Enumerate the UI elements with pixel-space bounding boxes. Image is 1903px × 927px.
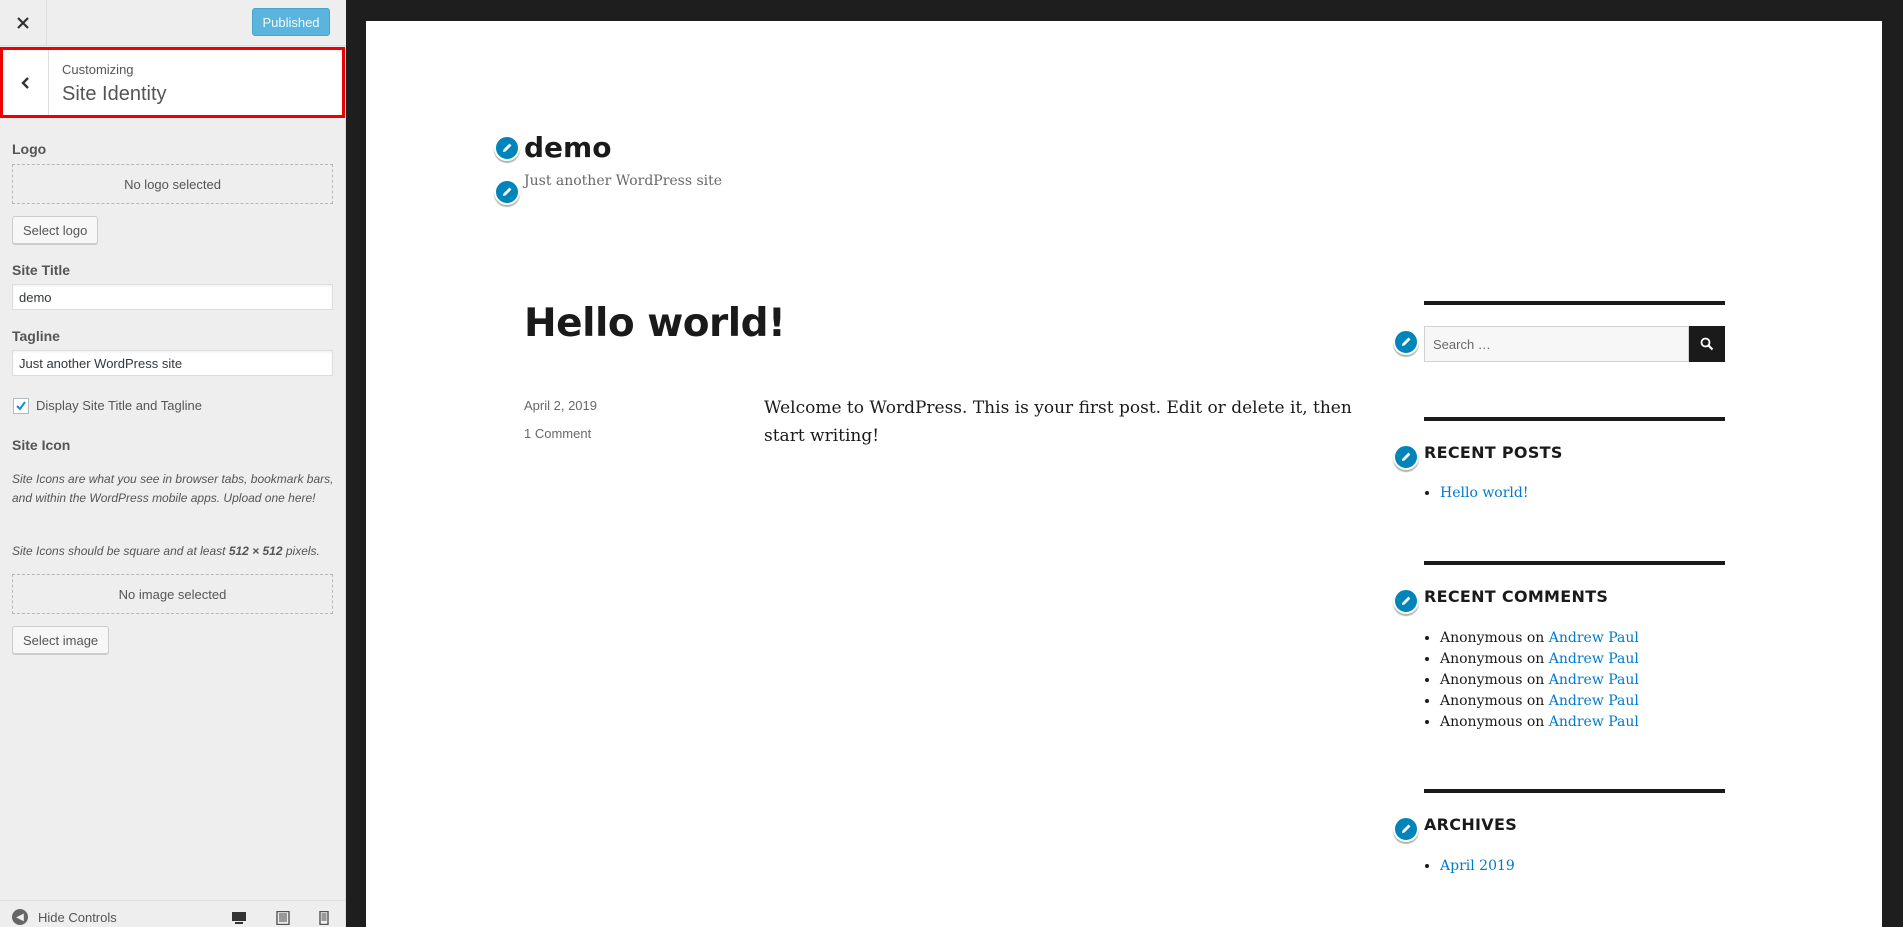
edit-tagline-shortcut[interactable] [494,179,520,205]
comment-post-link[interactable]: Andrew Paul [1549,714,1639,730]
display-title-tagline-checkbox[interactable] [13,398,29,414]
post-content: Welcome to WordPress. This is your first… [764,398,1352,446]
display-title-tagline-label[interactable]: Display Site Title and Tagline [36,398,202,413]
select-logo-button[interactable]: Select logo [12,216,99,244]
pencil-icon [1402,337,1411,346]
site-icon-description: Site Icons are what you see in browser t… [12,472,334,505]
tagline-input[interactable]: Just another WordPress site [12,350,333,376]
comment-on: on [1526,693,1545,709]
logo-label: Logo [12,141,47,157]
desktop-preview-icon[interactable] [231,911,247,925]
tagline-label: Tagline [12,328,60,344]
list-item: Anonymous on Andrew Paul [1440,691,1639,712]
pencil-icon [503,187,512,196]
tablet-preview-icon[interactable] [275,911,291,925]
list-item: Anonymous on Andrew Paul [1440,628,1639,649]
archive-link[interactable]: April 2019 [1440,858,1515,874]
site-title-label: Site Title [12,262,71,278]
comment-on: on [1526,672,1545,688]
list-item: April 2019 [1440,856,1515,877]
search-input[interactable]: Search … [1424,326,1689,362]
widget-divider [1424,301,1725,305]
pencil-icon [1402,452,1411,461]
comment-on: on [1526,651,1545,667]
comment-post-link[interactable]: Andrew Paul [1549,693,1639,709]
search-submit-button[interactable] [1689,326,1725,362]
pencil-icon [1402,824,1411,833]
recent-comments-list: Anonymous on Andrew Paul Anonymous on An… [1424,628,1639,733]
collapse-arrow-icon: ◀ [12,909,28,925]
close-icon [17,17,29,29]
comment-author: Anonymous [1440,630,1523,646]
post-comments-link[interactable]: 1 Comment [524,426,591,441]
post-title[interactable]: Hello world! [524,301,786,346]
site-icon-placeholder[interactable]: No image selected [12,574,333,614]
comment-post-link[interactable]: Andrew Paul [1549,651,1639,667]
site-preview: demo Just another WordPress site Hello w… [366,21,1882,927]
mobile-preview-icon[interactable] [316,911,332,925]
section-title: Site Identity [62,83,167,105]
back-button[interactable] [3,50,49,115]
hide-controls-label: Hide Controls [38,909,117,925]
search-icon [1700,337,1714,351]
chevron-left-icon [20,76,29,89]
post-date[interactable]: April 2, 2019 [524,398,597,413]
pencil-icon [1402,596,1411,605]
customizer-header: Published [0,0,346,46]
size-note-text: Site Icons should be square and at least [12,544,229,558]
archives-title: ARCHIVES [1424,815,1518,834]
comment-author: Anonymous [1440,672,1523,688]
logo-placeholder[interactable]: No logo selected [12,164,333,204]
size-note-suffix: pixels. [282,544,320,558]
site-tagline: Just another WordPress site [524,173,723,189]
recent-comments-title: RECENT COMMENTS [1424,587,1609,606]
comment-author: Anonymous [1440,651,1523,667]
recent-posts-title: RECENT POSTS [1424,443,1563,462]
edit-archives-shortcut[interactable] [1393,816,1419,842]
edit-search-widget-shortcut[interactable] [1393,329,1419,355]
list-item: Anonymous on Andrew Paul [1440,712,1639,733]
widget-divider [1424,561,1725,565]
customizing-label: Customizing [62,62,134,77]
list-item: Hello world! [1440,483,1529,504]
site-title-input[interactable]: demo [12,284,333,310]
comment-on: on [1526,714,1545,730]
widget-divider [1424,417,1725,421]
list-item: Anonymous on Andrew Paul [1440,670,1639,691]
size-note-dimensions: 512 × 512 [228,544,283,558]
site-icon-size-note: Site Icons should be square and at least… [12,542,334,561]
customizer-footer: ◀ Hide Controls [0,900,346,927]
recent-posts-list: Hello world! [1424,483,1529,504]
comment-post-link[interactable]: Andrew Paul [1549,672,1639,688]
comment-author: Anonymous [1440,693,1523,709]
edit-site-title-shortcut[interactable] [494,135,520,161]
comment-on: on [1526,630,1545,646]
widget-divider [1424,789,1725,793]
site-icon-label: Site Icon [12,437,71,453]
edit-recent-posts-shortcut[interactable] [1393,444,1419,470]
customizer-sidebar: Published Customizing Site Identity Logo… [0,0,346,927]
pencil-icon [503,143,512,152]
recent-post-link[interactable]: Hello world! [1440,485,1529,501]
checkmark-icon [16,401,26,411]
section-header-highlighted: Customizing Site Identity [0,47,345,118]
select-image-button[interactable]: Select image [12,626,110,654]
list-item: Anonymous on Andrew Paul [1440,649,1639,670]
close-customizer-button[interactable] [0,0,47,46]
hide-controls-button[interactable]: ◀ Hide Controls [12,909,117,925]
archives-list: April 2019 [1424,856,1515,877]
comment-post-link[interactable]: Andrew Paul [1549,630,1639,646]
edit-recent-comments-shortcut[interactable] [1393,588,1419,614]
site-title[interactable]: demo [524,131,611,164]
published-button[interactable]: Published [252,8,330,36]
comment-author: Anonymous [1440,714,1523,730]
